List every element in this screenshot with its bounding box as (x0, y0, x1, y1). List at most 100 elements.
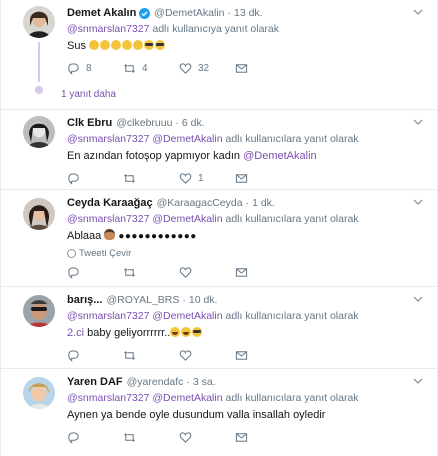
like-button[interactable] (179, 266, 235, 279)
avatar[interactable] (23, 295, 55, 327)
reply-button[interactable] (67, 172, 123, 185)
sad-emoji-icon (133, 40, 144, 50)
timestamp[interactable]: 13 dk. (234, 7, 263, 19)
avatar[interactable] (23, 6, 55, 38)
reply-button[interactable] (67, 266, 123, 279)
reply-icon (68, 266, 79, 279)
reply-mention-link[interactable]: @snmarslan7327 @DemetAkalin (67, 213, 223, 225)
mail-icon (235, 63, 248, 73)
reply-icon (68, 349, 79, 362)
reply-context: @snmarslan7327 @DemetAkalin adlı kullanı… (67, 392, 427, 405)
tweet-yaren-daf[interactable]: Yaren DAF @yarendafc · 3 sa. @snmarslan7… (1, 369, 437, 456)
like-button[interactable]: 32 (179, 62, 235, 75)
like-button[interactable]: 1 (179, 172, 235, 185)
tweet-header: Yaren DAF @yarendafc · 3 sa. (67, 375, 427, 389)
timestamp[interactable]: 10 dk. (189, 294, 218, 306)
tweet-actions (67, 430, 427, 444)
retweet-button[interactable] (123, 349, 179, 362)
direct-message-button[interactable] (235, 349, 254, 362)
display-name[interactable]: Ceyda Karaağaç (67, 197, 153, 209)
retweet-icon (124, 63, 135, 73)
timestamp[interactable]: 6 dk. (182, 117, 205, 129)
reply-button[interactable] (67, 349, 123, 362)
sad-emoji-icon (100, 40, 111, 50)
reply-mention-link[interactable]: @snmarslan7327 @DemetAkalin (67, 133, 223, 145)
tweet-text-content: Sus (67, 40, 86, 52)
reply-suffix: adlı kullanıcılara yanıt olarak (222, 392, 359, 404)
display-name[interactable]: Demet Akalın (67, 7, 136, 19)
tweet-text-content: Ablaaa (67, 230, 102, 242)
reply-context: @snmarslan7327 @DemetAkalin adlı kullanı… (67, 213, 427, 226)
laughing-emoji-icon (181, 327, 192, 337)
chevron-down-icon[interactable] (413, 118, 423, 126)
chevron-down-icon[interactable] (413, 198, 423, 206)
tweet-actions: 8 4 32 (67, 61, 427, 75)
tweet-text: 2.ci baby geliyorrrrrr.. (67, 326, 427, 340)
display-name[interactable]: Clk Ebru (67, 117, 112, 129)
avatar[interactable] (23, 377, 55, 409)
retweet-button[interactable] (123, 431, 179, 444)
heart-icon (179, 431, 192, 443)
tweet-text-content: baby geliyorrrrrr.. (84, 327, 171, 339)
heart-icon (179, 349, 192, 361)
tweet-clk-ebru[interactable]: Clk Ebru @clkebruuu · 6 dk. @snmarslan73… (1, 110, 437, 190)
like-count: 1 (198, 172, 204, 184)
tweet-text-content: En azından fotoşop yapmıyor kadın (67, 150, 244, 162)
heart-icon (179, 172, 192, 184)
like-button[interactable] (179, 431, 235, 444)
reply-mention-link[interactable]: @snmarslan7327 @DemetAkalin (67, 392, 223, 404)
thread-line (38, 42, 40, 82)
direct-message-button[interactable] (235, 62, 254, 75)
display-name[interactable]: barış... (67, 294, 102, 306)
mail-icon (235, 173, 248, 183)
tweet-baris[interactable]: barış... @ROYAL_BRS · 10 dk. @snmarslan7… (1, 287, 437, 369)
tweet-header: Clk Ebru @clkebruuu · 6 dk. (67, 116, 427, 130)
user-handle[interactable]: @ROYAL_BRS (106, 294, 179, 306)
reply-context: @snmarslan7327 adlı kullanıcıya yanıt ol… (67, 23, 427, 36)
tweet-mention-link[interactable]: @DemetAkalin (243, 150, 317, 162)
reply-mention-link[interactable]: @snmarslan7327 @DemetAkalin (67, 310, 223, 322)
timestamp[interactable]: 1 dk. (252, 197, 275, 209)
user-handle[interactable]: @clkebruuu (116, 117, 172, 129)
retweet-count: 4 (142, 62, 148, 74)
tweet-text: En azından fotoşop yapmıyor kadın @Demet… (67, 149, 427, 163)
tweet-header: Ceyda Karaağaç @KaraagacCeyda · 1 dk. (67, 196, 427, 210)
user-handle[interactable]: @yarendafc (127, 376, 184, 388)
user-handle[interactable]: @KaraagacCeyda (157, 197, 243, 209)
reply-icon (68, 431, 79, 444)
separator: · (186, 376, 190, 388)
chevron-down-icon[interactable] (413, 377, 423, 385)
direct-message-button[interactable] (235, 266, 254, 279)
more-replies-link[interactable]: 1 yanıt daha (61, 89, 427, 101)
reply-suffix: adlı kullanıcıya yanıt olarak (149, 23, 280, 35)
tweet-link[interactable]: 2.ci (67, 327, 84, 339)
translate-tweet-link[interactable]: Tweeti Çevir (67, 247, 427, 259)
reply-context: @snmarslan7327 @DemetAkalin adlı kullanı… (67, 310, 427, 323)
timestamp[interactable]: 3 sa. (193, 376, 216, 388)
reply-button[interactable]: 8 (67, 62, 123, 75)
avatar[interactable] (23, 198, 55, 230)
like-button[interactable] (179, 349, 235, 362)
retweet-icon (124, 267, 135, 277)
retweet-button[interactable]: 4 (123, 62, 179, 75)
chevron-down-icon[interactable] (413, 295, 423, 303)
user-handle[interactable]: @DemetAkalin (154, 7, 224, 19)
display-name[interactable]: Yaren DAF (67, 376, 123, 388)
heart-icon (179, 266, 192, 278)
mail-icon (235, 432, 248, 442)
chevron-down-icon[interactable] (413, 8, 423, 16)
reply-button[interactable] (67, 431, 123, 444)
tweet-text-content: Aynen ya bende oyle dusundum valla insal… (67, 409, 326, 421)
tweet-demet-akalin[interactable]: Demet Akalın @DemetAkalin · 13 dk. @snma… (1, 0, 437, 110)
tweet-header: barış... @ROYAL_BRS · 10 dk. (67, 293, 427, 307)
reply-mention-link[interactable]: @snmarslan7327 (67, 23, 149, 35)
retweet-button[interactable] (123, 266, 179, 279)
direct-message-button[interactable] (235, 431, 254, 444)
separator: · (182, 294, 186, 306)
laughing-emoji-icon (170, 327, 181, 337)
direct-message-button[interactable] (235, 172, 254, 185)
avatar[interactable] (23, 116, 55, 148)
retweet-button[interactable] (123, 172, 179, 185)
tweet-ceyda-karaagac[interactable]: Ceyda Karaağaç @KaraagacCeyda · 1 dk. @s… (1, 190, 437, 287)
reply-icon (68, 62, 79, 75)
